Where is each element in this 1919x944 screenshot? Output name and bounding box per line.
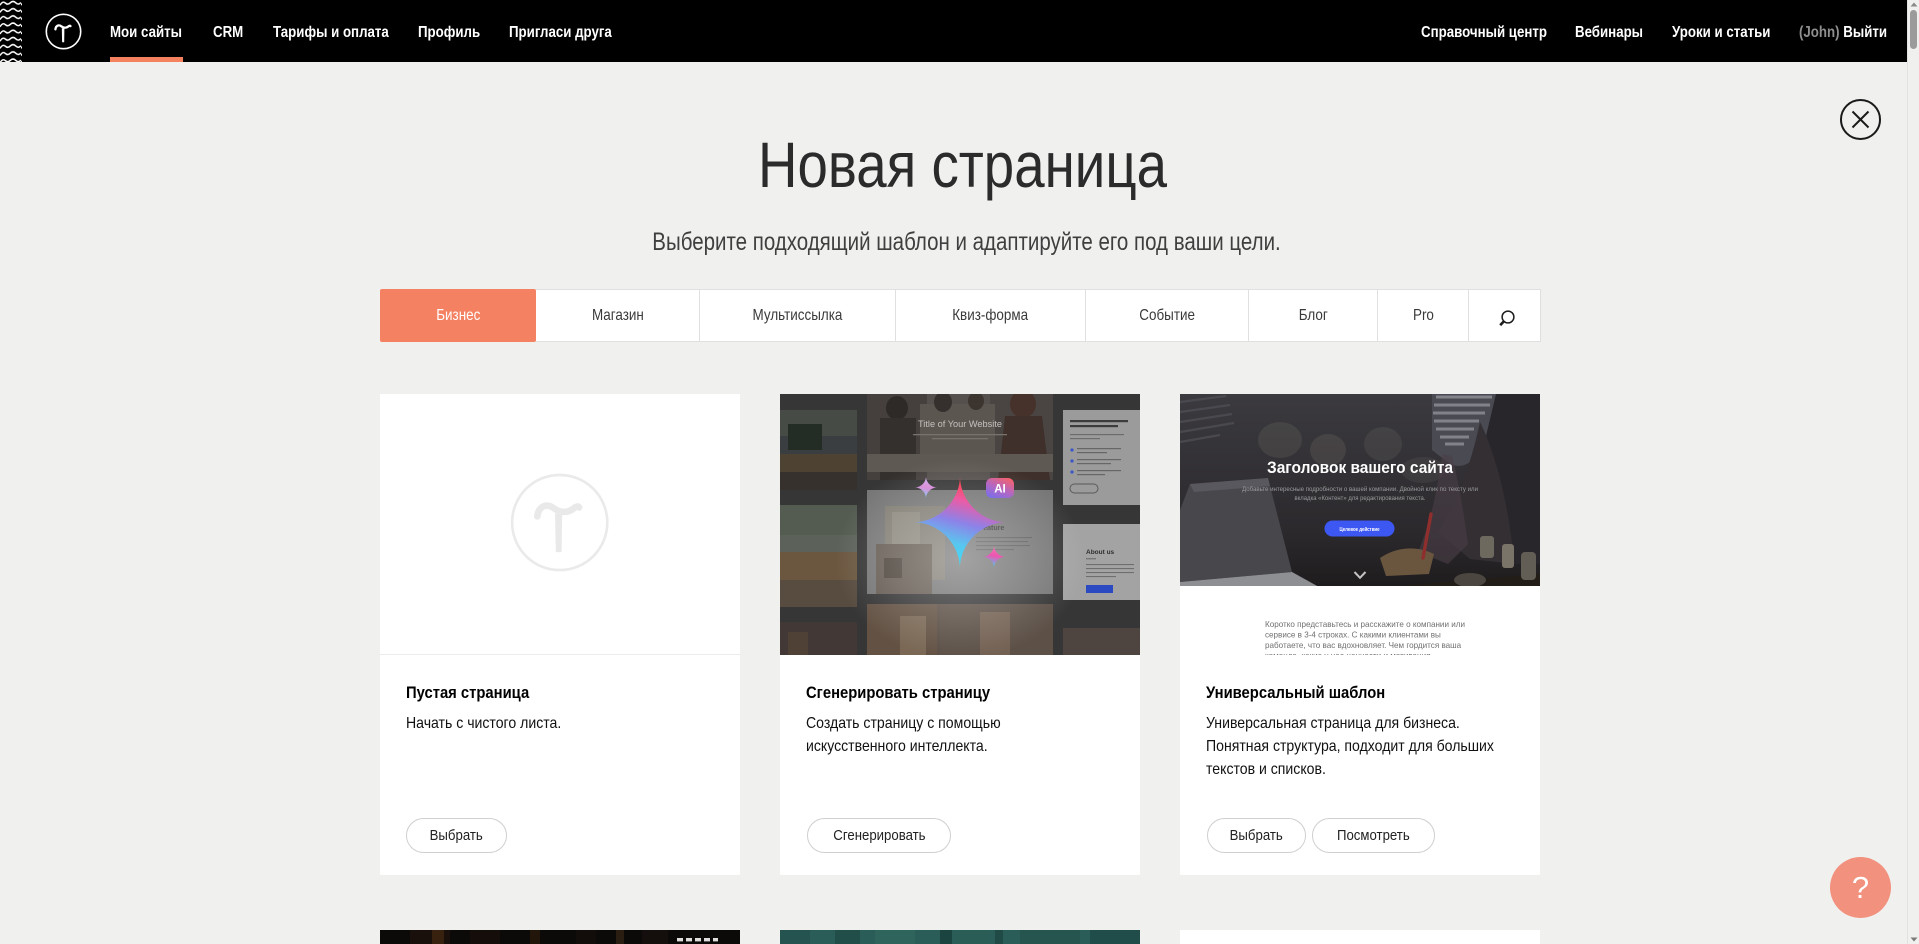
svg-text:вкладка «Контент» для редактир: вкладка «Контент» для редактирования тек… <box>1295 495 1426 502</box>
svg-text:About us: About us <box>1086 549 1115 556</box>
svg-text:сервисе в 3-4 строках. С каким: сервисе в 3-4 строках. С какими клиентам… <box>1265 631 1441 640</box>
svg-text:Коротко представьтесь и расска: Коротко представьтесь и расскажите о ком… <box>1265 620 1465 629</box>
svg-text:Title of Your Website: Title of Your Website <box>918 419 1002 429</box>
svg-text:работаете, что вас вдохновляет: работаете, что вас вдохновляет. Чем горд… <box>1265 641 1462 650</box>
svg-text:AI: AI <box>994 484 1006 496</box>
svg-text:Целевое действие: Целевое действие <box>1340 526 1380 533</box>
svg-text:Добавьте интересные подробност: Добавьте интересные подробности о вашей … <box>1242 485 1478 493</box>
svg-text:команда, какие у нее ценности: команда, какие у нее ценности и мотиваци… <box>1265 652 1431 656</box>
svg-text:Заголовок вашего сайта: Заголовок вашего сайта <box>1267 458 1453 477</box>
